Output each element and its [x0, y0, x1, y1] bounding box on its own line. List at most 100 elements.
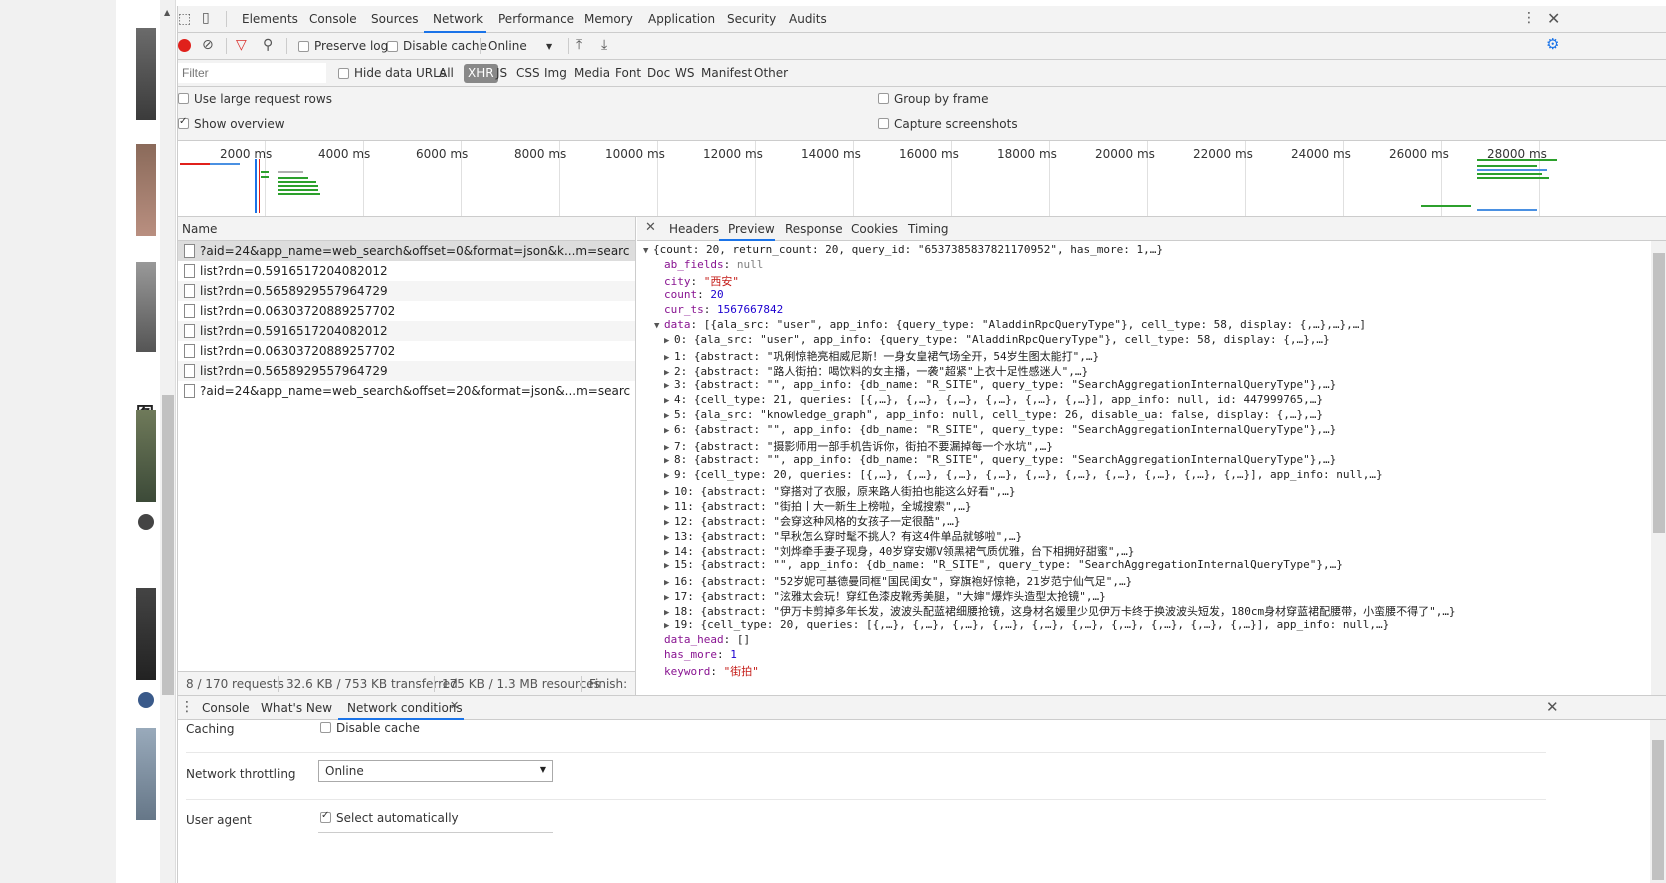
filter-type-all[interactable]: All	[439, 66, 454, 80]
drawer-scrollbar[interactable]	[1650, 720, 1666, 883]
page-scrollbar[interactable]: ▲	[160, 0, 176, 883]
expand-triangle-icon[interactable]: ▶	[664, 396, 674, 406]
filter-type-other[interactable]: Other	[754, 66, 788, 80]
drawer-tab-network-conditions[interactable]: Network conditions	[347, 701, 463, 715]
json-array-item[interactable]: ▶ 5: {ala_src: "knowledge_graph", app_inf…	[664, 408, 1323, 421]
search-icon[interactable]: ⚲	[263, 38, 273, 52]
tab-sources[interactable]: Sources	[371, 12, 418, 26]
more-options-icon[interactable]: ⋮	[180, 700, 194, 714]
disable-cache-checkbox[interactable]	[320, 722, 331, 733]
expand-triangle-icon[interactable]: ▼	[654, 321, 664, 331]
expand-triangle-icon[interactable]: ▶	[664, 548, 674, 558]
filter-type-manifest[interactable]: Manifest	[701, 66, 752, 80]
tab-preview[interactable]: Preview	[728, 222, 775, 236]
tab-performance[interactable]: Performance	[498, 12, 574, 26]
filter-type-js[interactable]: JS	[496, 66, 507, 80]
json-array-item[interactable]: ▶ 4: {cell_type: 21, queries: [{,…}, {,…}…	[664, 393, 1323, 406]
json-array-item[interactable]: ▶ 9: {cell_type: 20, queries: [{,…}, {,…}…	[664, 468, 1383, 481]
request-row[interactable]: list?rdn=0.5916517204082012	[178, 321, 635, 341]
close-tab-icon[interactable]: ✕	[450, 700, 459, 711]
drawer-tab-whats-new[interactable]: What's New	[261, 701, 332, 715]
request-row[interactable]: list?rdn=0.5658929557964729	[178, 281, 635, 301]
expand-triangle-icon[interactable]: ▼	[643, 246, 653, 256]
request-row[interactable]: list?rdn=0.5916517204082012	[178, 261, 635, 281]
page-scrollbar-thumb[interactable]	[162, 395, 174, 695]
request-row[interactable]: ?aid=24&app_name=web_search&offset=0&for…	[178, 241, 635, 261]
preserve-log-checkbox[interactable]	[298, 41, 309, 52]
json-array-item[interactable]: ▶ 18: {abstract: "伊万卡剪掉多年长发，波波头配蓝裙细腰抢镜，这身…	[664, 603, 1456, 619]
filter-type-css[interactable]: CSS	[516, 66, 540, 80]
request-row[interactable]: ?aid=24&app_name=web_search&offset=20&fo…	[178, 381, 635, 401]
inspect-element-icon[interactable]: ⬚	[178, 12, 191, 26]
filter-type-img[interactable]: Img	[544, 66, 567, 80]
expand-triangle-icon[interactable]: ▶	[664, 503, 674, 513]
disable-cache-checkbox[interactable]	[387, 41, 398, 52]
expand-triangle-icon[interactable]: ▶	[664, 336, 674, 346]
expand-triangle-icon[interactable]: ▶	[664, 593, 674, 603]
json-array-item[interactable]: ▶ 12: {abstract: "会穿这种风格的女孩子一定很酷",…}	[664, 513, 960, 529]
json-array-item[interactable]: ▶ 7: {abstract: "摄影师用一部手机告诉你，街拍不要漏掉每一个水坑"…	[664, 438, 1053, 454]
scroll-up-icon[interactable]: ▲	[164, 8, 170, 17]
json-array-item[interactable]: ▶ 0: {ala_src: "user", app_info: {query_t…	[664, 333, 1330, 346]
json-array-item[interactable]: ▶ 17: {abstract: "泫雅太会玩！穿红色漆皮靴秀美腿，"大婶"爆炸头…	[664, 588, 1106, 604]
export-har-icon[interactable]: ⤓	[601, 38, 607, 52]
tab-security[interactable]: Security	[727, 12, 776, 26]
expand-triangle-icon[interactable]: ▶	[664, 426, 674, 436]
drawer-tab-console[interactable]: Console	[202, 701, 250, 715]
json-array-item[interactable]: ▶ 10: {abstract: "穿搭对了衣服，原来路人街拍也能这么好看",…}	[664, 483, 1015, 499]
json-array-item[interactable]: ▶ 11: {abstract: "街拍丨大一新生上榜啦，全城搜索",…}	[664, 498, 971, 514]
tab-response[interactable]: Response	[785, 222, 843, 236]
expand-triangle-icon[interactable]: ▶	[664, 533, 674, 543]
json-array-item[interactable]: ▶ 1: {abstract: "巩俐惊艳亮相威尼斯！一身女皇裙气场全开，54岁生…	[664, 348, 1099, 364]
preview-scrollbar[interactable]	[1651, 241, 1666, 695]
filter-type-media[interactable]: Media	[574, 66, 610, 80]
expand-triangle-icon[interactable]: ▶	[664, 456, 674, 466]
expand-triangle-icon[interactable]: ▶	[664, 488, 674, 498]
tab-console[interactable]: Console	[309, 12, 357, 26]
tab-network[interactable]: Network	[433, 12, 483, 26]
json-root[interactable]: ▼ {count: 20, return_count: 20, query_id:…	[643, 243, 1163, 256]
json-array-item[interactable]: ▶ 6: {abstract: "", app_info: {db_name: "…	[664, 423, 1336, 436]
close-devtools-icon[interactable]: ✕	[1547, 11, 1560, 27]
expand-triangle-icon[interactable]: ▶	[664, 411, 674, 421]
expand-triangle-icon[interactable]: ▶	[664, 621, 674, 631]
expand-triangle-icon[interactable]: ▶	[664, 381, 674, 391]
preview-scrollbar-thumb[interactable]	[1653, 253, 1665, 533]
request-row[interactable]: list?rdn=0.06303720889257702	[178, 301, 635, 321]
record-icon[interactable]	[178, 39, 191, 52]
filter-type-xhr[interactable]: XHR	[464, 64, 498, 83]
json-array-item[interactable]: ▶ 13: {abstract: "早秋怎么穿时髦不挑人？有这4件单品就够啦",……	[664, 528, 1022, 544]
filter-input[interactable]	[178, 63, 326, 83]
json-array-item[interactable]: ▶ 19: {cell_type: 20, queries: [{,…}, {,……	[664, 618, 1389, 631]
tab-elements[interactable]: Elements	[242, 12, 298, 26]
gear-icon[interactable]: ⚙	[1546, 37, 1559, 52]
close-icon[interactable]: ✕	[645, 221, 656, 234]
clear-icon[interactable]: ⊘	[202, 38, 214, 52]
tab-application[interactable]: Application	[648, 12, 715, 26]
throttle-dropdown[interactable]: Online ▼	[488, 39, 558, 53]
expand-triangle-icon[interactable]: ▶	[664, 518, 674, 528]
json-array-item[interactable]: ▶ 8: {abstract: "", app_info: {db_name: "…	[664, 453, 1336, 466]
tab-memory[interactable]: Memory	[584, 12, 633, 26]
expand-triangle-icon[interactable]: ▶	[664, 353, 674, 363]
filter-type-font[interactable]: Font	[615, 66, 641, 80]
column-header-name[interactable]: Name	[182, 222, 217, 236]
expand-triangle-icon[interactable]: ▶	[664, 471, 674, 481]
hide-data-urls-checkbox[interactable]	[338, 68, 349, 79]
expand-triangle-icon[interactable]: ▶	[664, 443, 674, 453]
expand-triangle-icon[interactable]: ▶	[664, 578, 674, 588]
import-har-icon[interactable]: ⤒	[576, 38, 582, 52]
filter-type-ws[interactable]: WS	[675, 66, 694, 80]
drawer-scrollbar-thumb[interactable]	[1652, 740, 1664, 880]
show-overview-checkbox[interactable]	[178, 116, 189, 129]
expand-triangle-icon[interactable]: ▶	[664, 561, 674, 571]
more-options-icon[interactable]: ⋮	[1522, 11, 1536, 25]
json-field-data[interactable]: ▼ data: [{ala_src: "user", app_info: {que…	[654, 318, 1366, 331]
json-array-item[interactable]: ▶ 15: {abstract: "", app_info: {db_name: …	[664, 558, 1343, 571]
json-array-item[interactable]: ▶ 2: {abstract: "路人街拍：喝饮料的女主播，一袭"超紧"上衣十足性…	[664, 363, 1088, 379]
expand-triangle-icon[interactable]: ▶	[664, 608, 674, 618]
timeline-overview[interactable]: 2000 ms 4000 ms 6000 ms 8000 ms 10000 ms…	[178, 141, 1666, 217]
tab-headers[interactable]: Headers	[669, 222, 719, 236]
device-toolbar-icon[interactable]: ▯	[202, 11, 210, 25]
capture-screenshots-checkbox[interactable]	[878, 118, 889, 129]
